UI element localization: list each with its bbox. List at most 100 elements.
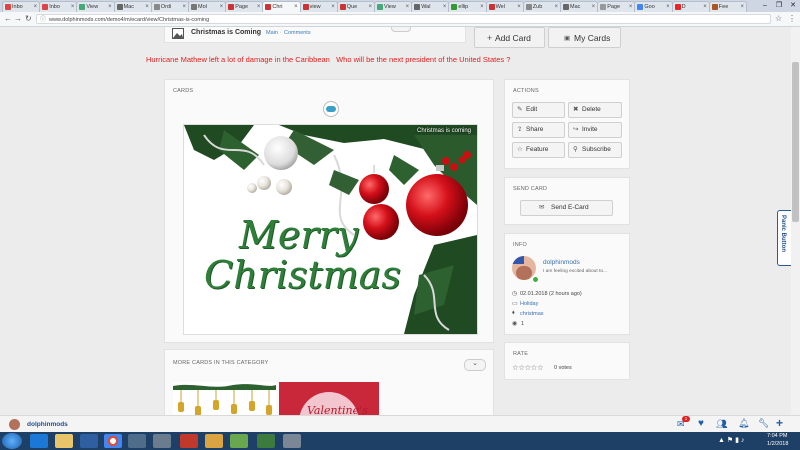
- browser-tab[interactable]: View ×: [76, 1, 115, 12]
- bookmark-star-icon[interactable]: ☆: [775, 13, 782, 25]
- tab-close-icon[interactable]: ×: [629, 2, 633, 12]
- author-name-link[interactable]: dolphinmods: [543, 259, 580, 266]
- tab-close-icon[interactable]: ×: [257, 2, 261, 12]
- tab-close-icon[interactable]: ×: [480, 2, 484, 12]
- outlook-icon[interactable]: [205, 434, 223, 448]
- tray-icons[interactable]: ▲ ⚑ ▮ ♪: [718, 436, 744, 444]
- header-dropdown-button[interactable]: ⌄: [391, 27, 411, 32]
- send-ecard-button[interactable]: ✉ Send E-Card: [520, 200, 613, 216]
- tab-close-icon[interactable]: ×: [182, 2, 186, 12]
- browser-tab[interactable]: Page ×: [597, 1, 636, 12]
- app-icon-5[interactable]: [283, 434, 301, 448]
- more-card-thumb-2[interactable]: Valentine's: [279, 382, 379, 415]
- browser-tab[interactable]: Goo ×: [634, 1, 673, 12]
- heart-icon[interactable]: ♥: [698, 418, 704, 429]
- minimize-button[interactable]: –: [758, 0, 772, 11]
- tab-close-icon[interactable]: ×: [71, 2, 75, 12]
- clock-date[interactable]: 1/2/2018: [767, 441, 788, 447]
- browser-tab[interactable]: Chri ×: [262, 1, 301, 12]
- browser-tab[interactable]: Mol ×: [188, 1, 227, 12]
- tab-close-icon[interactable]: ×: [331, 2, 335, 12]
- browser-tab[interactable]: Zub ×: [522, 1, 561, 12]
- wrench-icon[interactable]: 🔧︎: [758, 418, 769, 429]
- browser-tab[interactable]: Mac ×: [113, 1, 152, 12]
- browser-tab[interactable]: View ×: [374, 1, 413, 12]
- tab-close-icon[interactable]: ×: [517, 2, 521, 12]
- rating-stars[interactable]: ☆☆☆☆☆: [512, 363, 544, 372]
- browser-tab[interactable]: Que ×: [336, 1, 375, 12]
- tab-close-icon[interactable]: ×: [703, 2, 707, 12]
- url-input[interactable]: ⓘ www.dolphinmods.com/demo4/m/ecard/view…: [36, 14, 771, 24]
- tab-label: Chri: [272, 4, 283, 10]
- menu-icon[interactable]: ⋮: [788, 13, 796, 25]
- share-button[interactable]: ⇪ Share: [512, 122, 565, 138]
- add-card-button[interactable]: + Add Card: [474, 27, 545, 48]
- back-icon[interactable]: ←: [4, 13, 12, 25]
- browser-tab[interactable]: Wal ×: [411, 1, 450, 12]
- maximize-button[interactable]: ❐: [772, 0, 786, 11]
- category-link[interactable]: Holiday: [520, 301, 538, 307]
- browser-tab[interactable]: view ×: [299, 1, 338, 12]
- filezilla-icon[interactable]: [180, 434, 198, 448]
- friends-icon[interactable]: 👥︎: [716, 419, 727, 430]
- card-author-avatar[interactable]: [323, 101, 339, 117]
- more-cards-dropdown[interactable]: ⌄: [464, 359, 486, 371]
- feature-button[interactable]: ☆ Feature: [512, 142, 565, 158]
- tab-close-icon[interactable]: ×: [108, 2, 112, 12]
- tab-close-icon[interactable]: ×: [34, 2, 38, 12]
- delete-button[interactable]: ✖ Delete: [568, 102, 622, 118]
- ie-icon[interactable]: [30, 434, 48, 448]
- my-cards-button[interactable]: ▣ My Cards: [548, 27, 621, 48]
- app-icon-3[interactable]: [230, 434, 248, 448]
- app-icon-4[interactable]: [257, 434, 275, 448]
- browser-tab[interactable]: Fee ×: [708, 1, 747, 12]
- news-ticker[interactable]: Hurricane Mathew left a lot of damage in…: [146, 55, 510, 64]
- christmas-card-image[interactable]: Christmas is coming Merry Christmas: [183, 124, 478, 335]
- browser-tab[interactable]: Ordi ×: [150, 1, 189, 12]
- tab-close-icon[interactable]: ×: [220, 2, 224, 12]
- browser-tab[interactable]: Page ×: [225, 1, 264, 12]
- browser-tab[interactable]: Inbo ×: [2, 1, 41, 12]
- breadcrumb-main-link[interactable]: Main: [266, 30, 278, 36]
- scrollbar-thumb[interactable]: [792, 62, 799, 222]
- file-explorer-icon[interactable]: [55, 434, 73, 448]
- forward-icon[interactable]: →: [14, 13, 22, 25]
- tab-close-icon[interactable]: ×: [406, 2, 410, 12]
- app-icon-2[interactable]: [153, 434, 171, 448]
- subscribe-button[interactable]: ⚲ Subscribe: [568, 142, 622, 158]
- browser-tab[interactable]: Wel ×: [485, 1, 524, 12]
- browser-tab[interactable]: ellip ×: [448, 1, 487, 12]
- tab-close-icon[interactable]: ×: [145, 2, 149, 12]
- media-player-icon[interactable]: [80, 434, 98, 448]
- close-window-button[interactable]: ✕: [786, 0, 800, 11]
- edit-button[interactable]: ✎ Edit: [512, 102, 565, 118]
- tab-close-icon[interactable]: ×: [666, 2, 670, 12]
- tab-close-icon[interactable]: ×: [443, 2, 447, 12]
- breadcrumb-comments-link[interactable]: Comments: [284, 30, 311, 36]
- panic-button[interactable]: Panic Button: [777, 210, 791, 266]
- browser-tab[interactable]: D ×: [671, 1, 710, 12]
- tab-close-icon[interactable]: ×: [294, 2, 298, 12]
- reload-icon[interactable]: ↻: [25, 13, 32, 25]
- invite-button[interactable]: ↪ Invite: [568, 122, 622, 138]
- more-card-thumb-1[interactable]: [173, 382, 276, 415]
- browser-tab[interactable]: Inbo ×: [39, 1, 78, 12]
- christmas-text: Christmas: [204, 253, 401, 297]
- browser-tab[interactable]: Mac ×: [560, 1, 599, 12]
- invite-icon: ↪: [573, 126, 579, 133]
- page-info-icon[interactable]: ⓘ: [40, 15, 46, 25]
- tab-close-icon[interactable]: ×: [368, 2, 372, 12]
- tab-close-icon[interactable]: ×: [740, 2, 744, 12]
- tag-link[interactable]: christmas: [520, 311, 544, 317]
- tab-close-icon[interactable]: ×: [554, 2, 558, 12]
- start-button[interactable]: [2, 433, 22, 449]
- bell-icon[interactable]: 🔔︎: [738, 418, 749, 429]
- user-avatar[interactable]: [9, 419, 20, 430]
- tab-label: Mol: [198, 4, 207, 10]
- user-name[interactable]: dolphinmods: [27, 421, 68, 428]
- plus-add-icon[interactable]: +: [776, 416, 783, 430]
- clock-time[interactable]: 7:04 PM: [767, 433, 787, 439]
- app-icon-1[interactable]: [128, 434, 146, 448]
- tab-close-icon[interactable]: ×: [592, 2, 596, 12]
- chrome-icon[interactable]: [104, 434, 122, 448]
